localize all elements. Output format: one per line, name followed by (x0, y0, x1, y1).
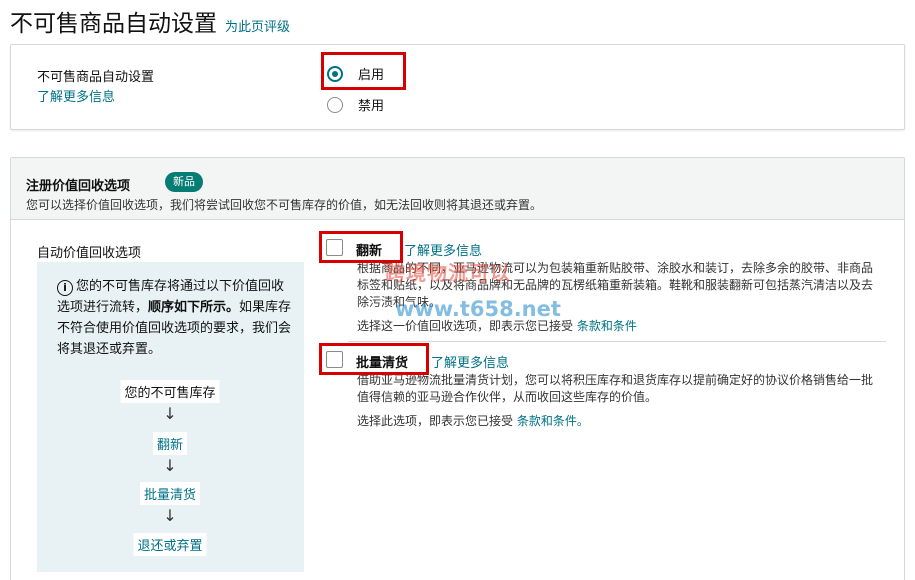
refurbish-accept-text: 选择这一价值回收选项，即表示您已接受 条款和条件 (357, 317, 637, 334)
setting-label: 不可售商品自动设置 (37, 70, 155, 85)
highlight-enable-box (321, 52, 406, 90)
value-recovery-header: 注册价值回收选项 新品 您可以选择价值回收选项，我们将尝试回收您不可售库存的价值… (11, 158, 904, 220)
refurbish-description: 根据商品的不同，亚马逊物流可以为包装箱重新贴胶带、涂胶水和装订，去除多余的胶带、… (357, 261, 874, 309)
page-title: 不可售商品自动设置 (10, 11, 217, 37)
value-recovery-card: 注册价值回收选项 新品 您可以选择价值回收选项，我们将尝试回收您不可售库存的价值… (10, 157, 905, 580)
flow-step-refurbish: 翻新 (152, 432, 188, 455)
highlight-refurbish-box (319, 231, 403, 263)
option-divider (348, 341, 886, 342)
value-recovery-title: 注册价值回收选项 (26, 179, 131, 194)
info-panel: i 您的不可售库存将通过以下价值回收选项进行流转，顺序如下所示。如果库存不符合使… (37, 262, 304, 572)
info-text-bold: 顺序如下所示。 (148, 300, 240, 315)
liquidation-learn-more-link[interactable]: 了解更多信息 (431, 352, 509, 371)
flow-step-return-dispose: 退还或弃置 (133, 533, 207, 556)
info-text: 您的不可售库存将通过以下价值回收选项进行流转，顺序如下所示。如果库存不符合使用价… (57, 276, 293, 360)
refurbish-accept-prefix: 选择这一价值回收选项，即表示您已接受 (357, 319, 574, 333)
value-recovery-subtitle: 您可以选择价值回收选项，我们将尝试回收您不可售库存的价值，如无法回收则将其退还或… (26, 198, 543, 212)
refurbish-terms-link[interactable]: 条款和条件 (577, 319, 637, 333)
radio-disable[interactable]: 禁用 (327, 95, 384, 114)
radio-disable-label: 禁用 (358, 99, 385, 114)
radio-disable-input[interactable] (327, 96, 343, 113)
rate-page-link[interactable]: 为此页评级 (225, 16, 290, 35)
highlight-liquidation-box (319, 343, 429, 375)
new-badge: 新品 (165, 172, 203, 192)
liquidation-accept-prefix: 选择此选项，即表示您已接受 (357, 414, 514, 428)
setting-learn-more-link[interactable]: 了解更多信息 (37, 86, 115, 105)
flow-step-inventory: 您的不可售库存 (120, 380, 220, 403)
unfulfillable-setting-card: 不可售商品自动设置 了解更多信息 启用 禁用 (10, 44, 905, 130)
auto-recovery-label: 自动价值回收选项 (37, 246, 142, 261)
liquidation-description: 借助亚马逊物流批量清货计划，您可以将积压库存和退货库存以提前确定好的协议价格销售… (357, 373, 874, 404)
flow-arrow-down-icon: ↓ (163, 404, 177, 423)
page-header: 不可售商品自动设置 为此页评级 (10, 4, 290, 37)
flow-step-liquidation: 批量清货 (139, 482, 201, 505)
liquidation-accept-text: 选择此选项，即表示您已接受 条款和条件。 (357, 412, 589, 429)
liquidation-terms-link[interactable]: 条款和条件。 (517, 414, 589, 428)
refurbish-learn-more-link[interactable]: 了解更多信息 (404, 240, 482, 259)
flow-arrow-down-icon: ↓ (163, 456, 177, 475)
flow-arrow-down-icon: ↓ (163, 506, 177, 525)
